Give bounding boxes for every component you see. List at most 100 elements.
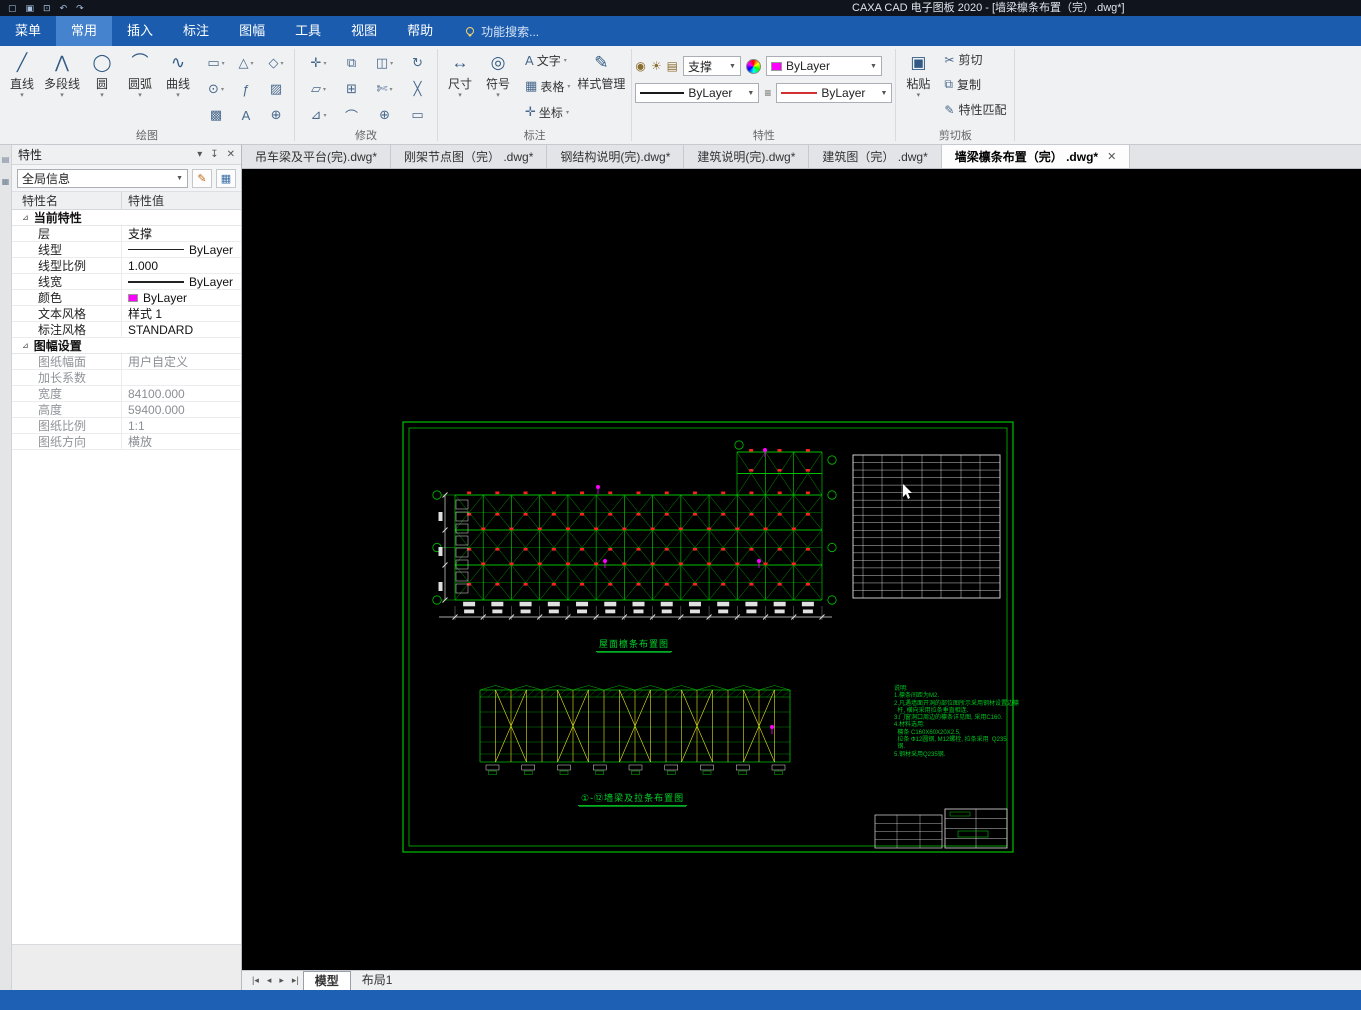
new-file-icon[interactable]: ▢	[8, 0, 17, 16]
coordinate-annotate-button[interactable]: ✛ 坐标 ▾	[521, 99, 574, 125]
property-value[interactable]: 1:1	[122, 418, 241, 433]
layer-print-icon[interactable]: ▤	[667, 59, 678, 73]
erase-tool-button[interactable]: ▭	[401, 102, 434, 128]
linetype-select[interactable]: ByLayer ▼	[635, 83, 760, 103]
rectangle-tool-button[interactable]: ▭ ▾	[201, 50, 231, 76]
property-value[interactable]	[122, 370, 241, 385]
symbol-tool-button[interactable]: ◎ 符号 ▾	[479, 47, 517, 100]
spline-tool-button[interactable]: ∿ 曲线 ▾	[159, 47, 197, 100]
section-current-properties[interactable]: ⊿ 当前特性	[12, 210, 241, 226]
section-sheet-settings[interactable]: ⊿ 图幅设置	[12, 338, 241, 354]
first-tab-icon[interactable]: |◂	[248, 975, 263, 986]
match-properties-button[interactable]: ✎ 特性匹配	[939, 97, 1011, 122]
line-tool-button[interactable]: ╱ 直线 ▾	[3, 47, 41, 100]
print-icon[interactable]: ⊡	[43, 0, 51, 16]
menu-item-insert[interactable]: 插入	[112, 16, 168, 46]
property-value[interactable]: 支撑	[122, 226, 241, 241]
dimension-tool-button[interactable]: ↔ 尺寸 ▾	[441, 47, 479, 100]
layout1-tab[interactable]: 布局1	[351, 971, 404, 990]
panel-collapse-icon[interactable]: ▾	[197, 149, 202, 160]
doc-tab-crane-beam[interactable]: 吊车梁及平台(完).dwg*	[242, 145, 392, 168]
property-value[interactable]: 横放	[122, 434, 241, 449]
menu-item-home[interactable]: 常用	[56, 16, 113, 46]
break-tool-button[interactable]: ╳	[401, 76, 434, 102]
layer-sun-icon[interactable]: ☀	[651, 59, 662, 73]
magnify-icon: ⊕	[270, 107, 282, 122]
paste-button[interactable]: ▣ 粘贴 ▾	[899, 47, 937, 100]
library-panel-tab[interactable]: ▦	[0, 172, 11, 190]
lineweight-settings-icon[interactable]: ≡	[764, 86, 771, 100]
function-search[interactable]: 功能搜索...	[466, 23, 539, 40]
menu-item-sheet[interactable]: 图幅	[224, 16, 280, 46]
menu-item-help[interactable]: 帮助	[392, 16, 448, 46]
detail-view-tool-button[interactable]: ⊕	[261, 102, 291, 128]
copy-tool-button[interactable]: ⧉	[335, 50, 368, 76]
rotate-tool-button[interactable]: ↻	[401, 50, 434, 76]
cut-label: 剪切	[958, 53, 983, 67]
color-select[interactable]: ByLayer ▼	[765, 56, 882, 76]
scope-select[interactable]: 全局信息 ▼	[17, 168, 188, 188]
fillet-tool-button[interactable]: ⌒	[335, 102, 368, 128]
property-value[interactable]: STANDARD	[122, 322, 241, 337]
layer-select[interactable]: 支撑 ▼	[682, 56, 741, 76]
properties-panel-tab[interactable]: ▤	[0, 150, 11, 168]
move-tool-button[interactable]: ✛ ▾	[302, 50, 335, 76]
prev-tab-icon[interactable]: ◂	[263, 975, 276, 986]
trim-tool-button[interactable]: ✄ ▾	[368, 76, 401, 102]
ellipse-tool-button[interactable]: ◇ ▾	[261, 50, 291, 76]
copy-button[interactable]: ⧉ 复制	[939, 72, 1011, 97]
panel-pin-icon[interactable]: ↧	[210, 149, 218, 160]
property-value[interactable]: 样式 1	[122, 306, 241, 321]
panel-close-icon[interactable]: ✕	[227, 149, 235, 160]
break-icon: ╳	[413, 81, 422, 96]
next-tab-icon[interactable]: ▸	[275, 975, 288, 986]
last-tab-icon[interactable]: ▸|	[288, 975, 303, 986]
hatch-tool-button[interactable]: ▨	[261, 76, 291, 102]
text-annotate-button[interactable]: A 文字 ▾	[521, 47, 574, 73]
doc-tab-arch-notes[interactable]: 建筑说明(完).dwg*	[684, 145, 810, 168]
menu-item-menu[interactable]: 菜单	[0, 16, 56, 46]
property-value[interactable]: ByLayer	[122, 242, 241, 257]
property-value[interactable]: 1.000	[122, 258, 241, 273]
model-tab[interactable]: 模型	[302, 971, 351, 990]
text-tool-button[interactable]: A	[231, 102, 261, 128]
close-tab-icon[interactable]: ✕	[1107, 150, 1116, 163]
table-annotate-button[interactable]: ▦ 表格 ▾	[521, 73, 574, 99]
stretch-tool-button[interactable]: ⊕	[368, 102, 401, 128]
polyline-tool-button[interactable]: ⋀ 多段线 ▾	[41, 47, 83, 100]
work-area: ▤ ▦ 特性 ▾ ↧ ✕ 全局信息 ▼ ✎ ▦ 特性名 特性值 ⊿ 当前特性 层…	[0, 145, 1361, 990]
pick-object-button[interactable]: ▦	[216, 168, 236, 188]
drawing-canvas[interactable]: 屋面檩条布置图 ①-⑫墙梁及拉条布置图 说明: 1.檩条间距为M2. 2.凡遇墙…	[242, 169, 1361, 970]
undo-icon[interactable]: ↶	[60, 0, 68, 16]
text-label: 文字	[536, 53, 561, 68]
chamfer-tool-button[interactable]: ⊿ ▾	[302, 102, 335, 128]
cut-button[interactable]: ✂ 剪切	[939, 47, 1011, 72]
menu-item-annotate[interactable]: 标注	[168, 16, 224, 46]
layer-on-icon[interactable]: ◉	[635, 59, 645, 73]
doc-tab-steel-notes[interactable]: 钢结构说明(完).dwg*	[547, 145, 685, 168]
property-value[interactable]: ByLayer	[122, 290, 241, 305]
property-value[interactable]: 用户自定义	[122, 354, 241, 369]
point-tool-button[interactable]: ⊙ ▾	[201, 76, 231, 102]
array-tool-button[interactable]: ⊞	[335, 76, 368, 102]
doc-tab-rigid-frame[interactable]: 刚架节点图（完） .dwg*	[391, 145, 548, 168]
redo-icon[interactable]: ↷	[76, 0, 84, 16]
polygon-tool-button[interactable]: △ ▾	[231, 50, 261, 76]
offset-tool-button[interactable]: ▱ ▾	[302, 76, 335, 102]
color-wheel-icon[interactable]	[745, 58, 761, 74]
formula-curve-tool-button[interactable]: ƒ	[231, 76, 261, 102]
style-manager-button[interactable]: ✎ 样式管理	[574, 47, 628, 91]
edit-properties-button[interactable]: ✎	[192, 168, 212, 188]
lineweight-select[interactable]: ByLayer ▼	[776, 83, 893, 103]
property-value[interactable]: ByLayer	[122, 274, 241, 289]
property-value[interactable]: 84100.000	[122, 386, 241, 401]
mirror-tool-button[interactable]: ◫ ▾	[368, 50, 401, 76]
arc-tool-button[interactable]: ⌒ 圆弧 ▾	[121, 47, 159, 100]
save-icon[interactable]: ▣	[26, 0, 35, 16]
menu-item-view[interactable]: 视图	[336, 16, 392, 46]
doc-tab-wall-purlin[interactable]: 墙梁檩条布置（完） .dwg* ✕	[941, 145, 1131, 168]
menu-item-tools[interactable]: 工具	[280, 16, 336, 46]
circle-tool-button[interactable]: ◯ 圆 ▾	[83, 47, 121, 100]
property-value[interactable]: 59400.000	[122, 402, 241, 417]
fill-tool-button[interactable]: ▩	[201, 102, 231, 128]
